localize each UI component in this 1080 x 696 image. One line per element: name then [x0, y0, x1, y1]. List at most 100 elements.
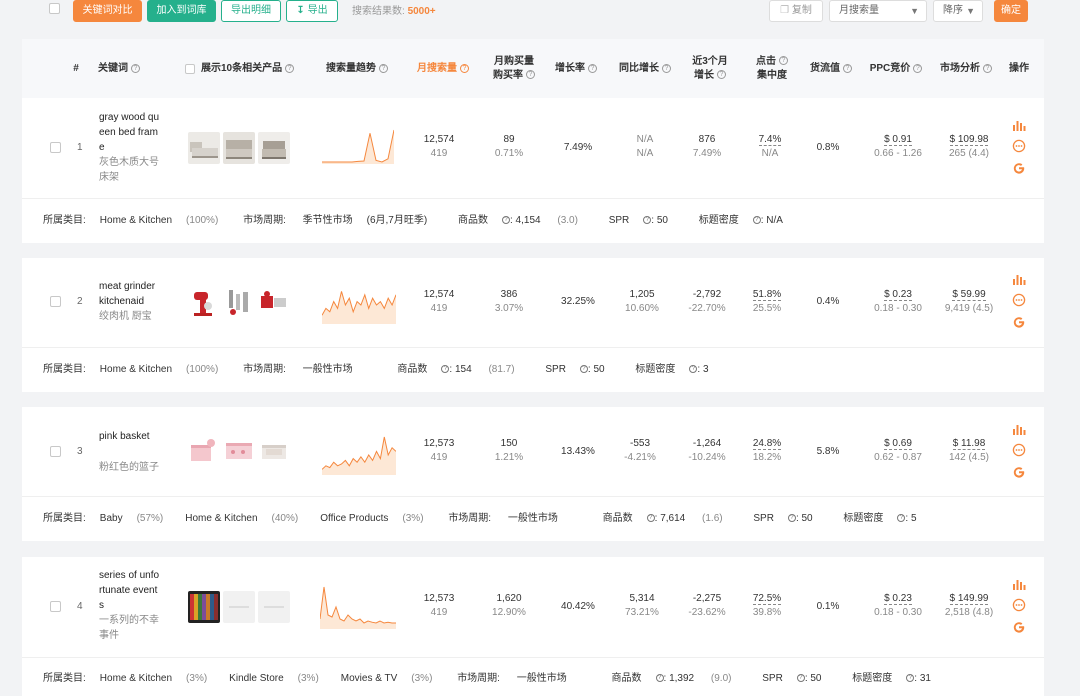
keyword-text[interactable]: series of unfo rtunate event s: [99, 568, 171, 613]
help-icon[interactable]: ?: [787, 514, 796, 523]
market-price[interactable]: $ 59.99: [952, 289, 986, 301]
category-item[interactable]: Home & Kitchen (100%): [100, 364, 233, 375]
keyword-text[interactable]: gray wood qu een bed fram e: [99, 110, 171, 155]
product-thumbnail[interactable]: [258, 591, 290, 623]
export-button[interactable]: ↧ 导出: [286, 0, 338, 22]
header-purchase[interactable]: 月购买量 购买率?: [484, 39, 544, 98]
help-icon[interactable]: ?: [646, 514, 655, 523]
copy-button[interactable]: ❐ 复制: [769, 0, 823, 22]
header-yoy[interactable]: 同比增长?: [610, 39, 680, 98]
help-icon[interactable]: ?: [897, 514, 906, 523]
ppc-value[interactable]: $ 0.23: [884, 289, 912, 301]
market-price[interactable]: $ 149.99: [949, 593, 989, 605]
add-to-library-button[interactable]: 加入到词库: [147, 0, 216, 22]
export-detail-button[interactable]: 导出明细: [221, 0, 281, 22]
google-icon[interactable]: [1012, 620, 1026, 634]
more-circle-icon[interactable]: [1012, 293, 1026, 307]
google-icon[interactable]: [1012, 465, 1026, 479]
header-market[interactable]: 市场分析?: [936, 39, 996, 98]
more-circle-icon[interactable]: [1012, 139, 1026, 153]
confirm-button[interactable]: 确定: [994, 0, 1028, 22]
header-keyword[interactable]: 关键词?: [98, 39, 178, 98]
category-item[interactable]: Home & Kitchen (40%): [185, 513, 312, 524]
help-icon[interactable]: ?: [588, 64, 597, 73]
keyword-compare-button[interactable]: 关键词对比: [73, 0, 142, 22]
product-thumbnail[interactable]: [188, 286, 220, 318]
help-icon[interactable]: ?: [643, 216, 652, 225]
header-growth[interactable]: 增长率?: [550, 39, 602, 98]
category-item[interactable]: Home & Kitchen (100%): [100, 215, 233, 226]
sort-field-select[interactable]: 月搜索量 ▼: [829, 0, 927, 22]
bar-chart-icon[interactable]: [1012, 422, 1026, 436]
google-icon[interactable]: [1012, 161, 1026, 175]
keyword-text[interactable]: pink basket: [99, 429, 171, 444]
ppc-value[interactable]: $ 0.69: [884, 438, 912, 450]
show-products-checkbox[interactable]: [185, 63, 195, 74]
market-price[interactable]: $ 11.98: [952, 438, 986, 450]
header-click[interactable]: 点击? 集中度: [750, 39, 794, 98]
header-monthly-search[interactable]: 月搜索量?: [412, 39, 474, 98]
click-value[interactable]: 72.5%: [752, 593, 782, 605]
product-thumbnail[interactable]: [223, 286, 255, 318]
help-icon[interactable]: ?: [526, 70, 535, 80]
keyword-text[interactable]: meat grinder kitchenaid: [99, 279, 171, 309]
search-trend-sparkline[interactable]: [322, 128, 394, 164]
help-icon[interactable]: ?: [460, 64, 469, 73]
help-icon[interactable]: ?: [843, 64, 852, 73]
bar-chart-icon[interactable]: [1012, 272, 1026, 286]
keyword-cell[interactable]: gray wood qu een bed fram e 灰色木质大号 床架: [99, 110, 171, 185]
product-thumbnail[interactable]: [258, 435, 290, 467]
help-icon[interactable]: ?: [379, 64, 388, 73]
bar-chart-icon[interactable]: [1012, 118, 1026, 132]
category-item[interactable]: Kindle Store (3%): [229, 673, 333, 684]
category-item[interactable]: Baby (57%): [100, 513, 177, 524]
category-item[interactable]: Home & Kitchen (3%): [100, 673, 221, 684]
help-icon[interactable]: ?: [752, 216, 761, 225]
sort-order-select[interactable]: 降序 ▼: [933, 0, 983, 22]
help-icon[interactable]: ?: [131, 64, 140, 73]
header-show-products[interactable]: 展示10条相关产品?: [185, 39, 315, 98]
header-ppc[interactable]: PPC竞价?: [868, 39, 924, 98]
keyword-cell[interactable]: meat grinder kitchenaid 绞肉机 厨宝: [99, 279, 171, 324]
product-thumbnail[interactable]: [188, 591, 220, 623]
more-circle-icon[interactable]: [1012, 598, 1026, 612]
help-icon[interactable]: ?: [579, 365, 588, 374]
bar-chart-icon[interactable]: [1012, 577, 1026, 591]
market-price[interactable]: $ 109.98: [949, 134, 989, 146]
help-icon[interactable]: ?: [906, 674, 915, 683]
keyword-cell[interactable]: series of unfo rtunate event s 一系列的不幸 事件: [99, 568, 171, 643]
product-thumbnail[interactable]: [188, 435, 220, 467]
help-icon[interactable]: ?: [689, 365, 698, 374]
product-thumbnail[interactable]: [223, 132, 255, 164]
category-item[interactable]: Office Products (3%): [320, 513, 437, 524]
ppc-value[interactable]: $ 0.91: [884, 134, 912, 146]
product-thumbnail[interactable]: [258, 132, 290, 164]
product-thumbnail[interactable]: [223, 435, 255, 467]
click-value[interactable]: 7.4%: [758, 134, 782, 146]
search-trend-sparkline[interactable]: [322, 435, 396, 475]
help-icon[interactable]: ?: [796, 674, 805, 683]
help-icon[interactable]: ?: [913, 64, 923, 73]
header-trend[interactable]: 搜索量趋势?: [322, 39, 392, 98]
product-thumbnail[interactable]: [258, 286, 290, 318]
select-all-checkbox[interactable]: [49, 3, 60, 14]
search-trend-sparkline[interactable]: [322, 286, 396, 324]
help-icon[interactable]: ?: [779, 56, 788, 66]
search-trend-sparkline[interactable]: [320, 585, 396, 629]
row-checkbox[interactable]: [50, 601, 61, 612]
help-icon[interactable]: ?: [655, 674, 664, 683]
category-item[interactable]: Movies & TV (3%): [341, 673, 447, 684]
row-checkbox[interactable]: [50, 142, 61, 153]
row-checkbox[interactable]: [50, 446, 61, 457]
click-value[interactable]: 51.8%: [752, 289, 782, 301]
ppc-value[interactable]: $ 0.23: [884, 593, 912, 605]
help-icon[interactable]: ?: [662, 64, 671, 73]
header-recent3[interactable]: 近3个月 增长?: [682, 39, 738, 98]
product-thumbnail[interactable]: [188, 132, 220, 164]
row-checkbox[interactable]: [50, 296, 61, 307]
help-icon[interactable]: ?: [983, 64, 992, 73]
header-flow[interactable]: 货流值?: [806, 39, 856, 98]
google-icon[interactable]: [1012, 315, 1026, 329]
keyword-cell[interactable]: pink basket 粉红色的篮子: [99, 429, 171, 475]
help-icon[interactable]: ?: [285, 64, 295, 73]
